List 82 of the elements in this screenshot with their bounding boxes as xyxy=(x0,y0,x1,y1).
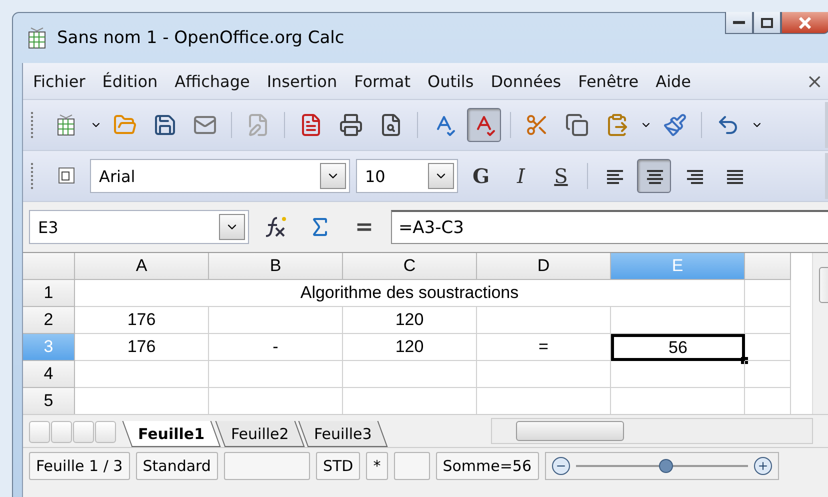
menu-item[interactable]: Aide xyxy=(648,72,700,90)
copy-icon xyxy=(565,113,589,137)
print-preview-icon xyxy=(379,113,403,137)
table-cell xyxy=(745,280,791,307)
status-pane xyxy=(394,452,430,480)
sheet-tab[interactable]: Feuille2 xyxy=(214,421,304,447)
menu-item[interactable]: Données xyxy=(482,72,570,90)
window-title: Sans nom 1 - OpenOffice.org Calc xyxy=(57,28,344,48)
font-name-field[interactable]: Arial xyxy=(90,159,350,193)
row-header[interactable]: 5 xyxy=(23,388,75,414)
selection-mode: STD xyxy=(316,452,360,480)
table-cell xyxy=(745,361,791,388)
folder-icon xyxy=(113,113,137,137)
undo-icon xyxy=(716,113,740,137)
table-cell: 120 xyxy=(343,307,477,334)
printer-icon xyxy=(339,113,363,137)
save-icon xyxy=(153,113,177,137)
table-cell: Algorithme des soustractions xyxy=(75,280,745,307)
close-document-button[interactable]: × xyxy=(806,69,823,93)
minimize-button[interactable] xyxy=(725,12,753,34)
column-header[interactable]: D xyxy=(477,253,611,280)
page-style: Standard xyxy=(136,452,218,480)
function-button[interactable]: = xyxy=(347,214,382,240)
dropdown-button[interactable] xyxy=(428,163,454,189)
minimize-icon xyxy=(733,20,745,24)
align-left-icon xyxy=(605,168,623,184)
dropdown-button[interactable] xyxy=(320,163,346,189)
maximize-button[interactable] xyxy=(753,12,781,34)
scissors-icon xyxy=(525,113,549,137)
sheet-indicator: Feuille 1 / 3 xyxy=(29,452,130,480)
column-header[interactable]: A xyxy=(75,253,209,280)
edit-file-icon xyxy=(246,113,270,137)
menu-item[interactable]: Outils xyxy=(419,72,483,90)
plus-icon xyxy=(756,460,769,472)
bold-button[interactable]: G xyxy=(464,159,498,193)
table-cell xyxy=(745,307,791,334)
sheet-tab[interactable]: Feuille1 xyxy=(122,421,220,447)
table-cell: = xyxy=(477,334,611,361)
pdf-icon xyxy=(299,113,323,137)
styles-icon xyxy=(57,166,77,186)
menu-item[interactable]: Fenêtre xyxy=(570,72,648,90)
modified-indicator: * xyxy=(366,452,388,480)
column-header[interactable]: B xyxy=(209,253,343,280)
formula-input[interactable]: =A3-C3 xyxy=(391,210,828,244)
menu-item[interactable]: Édition xyxy=(94,72,167,90)
paste-icon xyxy=(605,113,629,137)
table-cell: - xyxy=(209,334,343,361)
menu-item[interactable]: Affichage xyxy=(166,72,259,90)
zoom-out-button[interactable] xyxy=(552,457,570,475)
menu-item[interactable]: Fichier xyxy=(25,72,94,90)
maximize-icon xyxy=(761,18,773,28)
italic-button[interactable]: I xyxy=(504,159,538,193)
table-cell xyxy=(745,334,791,361)
autospellcheck-button[interactable] xyxy=(467,108,501,142)
menu-item[interactable]: Insertion xyxy=(258,72,346,90)
shadow-button[interactable]: S xyxy=(544,159,578,193)
table-cell: 176 xyxy=(75,307,209,334)
font-size-field[interactable]: 10 xyxy=(356,159,458,193)
align-justify-icon xyxy=(725,168,743,184)
mail-icon xyxy=(193,113,217,137)
dropdown-button[interactable] xyxy=(219,214,245,240)
paintbrush-icon xyxy=(663,113,687,137)
close-button[interactable] xyxy=(781,12,828,34)
table-cell: 176 xyxy=(75,334,209,361)
function-icon xyxy=(263,215,289,239)
align-right-icon xyxy=(685,168,703,184)
align-center-icon xyxy=(645,168,663,184)
zoom-in-button[interactable] xyxy=(754,457,772,475)
close-icon xyxy=(798,16,812,28)
table-cell: 56 xyxy=(611,334,745,361)
row-header[interactable]: 2 xyxy=(23,307,75,334)
sum-display: Somme=56 xyxy=(436,452,539,480)
horizontal-scrollbar[interactable] xyxy=(491,418,813,444)
align-center-button[interactable] xyxy=(637,159,671,193)
column-header[interactable]: C xyxy=(343,253,477,280)
menu-item[interactable]: Format xyxy=(346,72,420,90)
row-header[interactable]: 1 xyxy=(23,280,75,307)
row-header[interactable]: 4 xyxy=(23,361,75,388)
name-box[interactable]: E3 xyxy=(29,210,249,244)
table-cell: 120 xyxy=(343,334,477,361)
sheet-tab[interactable]: Feuille3 xyxy=(298,421,388,447)
zoom-thumb[interactable] xyxy=(658,459,673,473)
